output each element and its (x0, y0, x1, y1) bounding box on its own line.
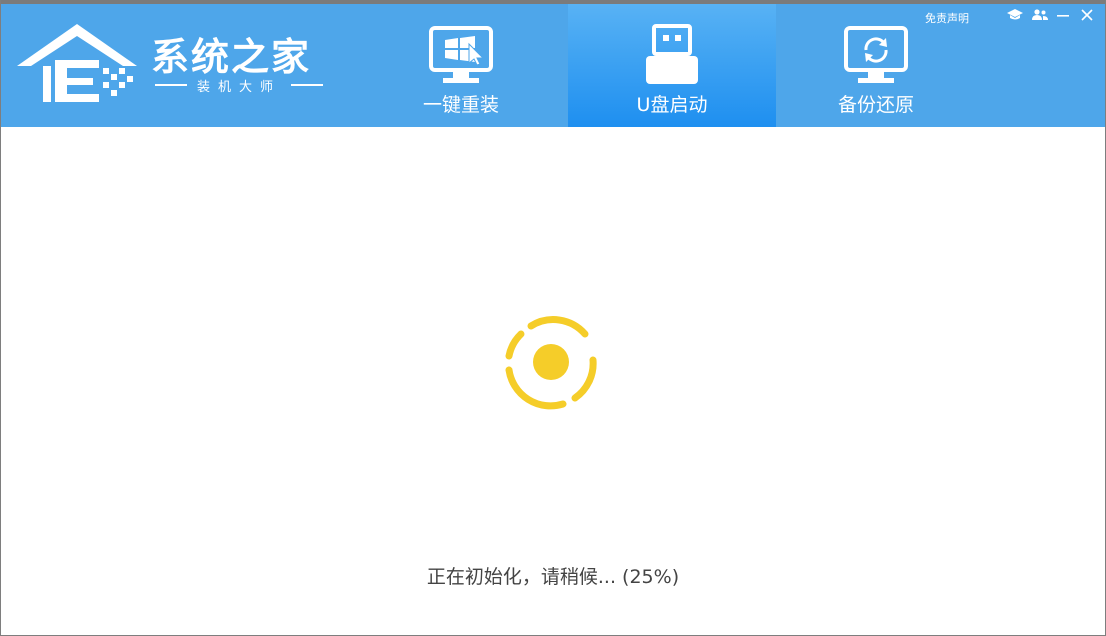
tab-label: U盘启动 (636, 94, 708, 116)
tab-label: 备份还原 (837, 94, 914, 116)
app-window: 系统之家 装机大师 一键重装 U盘启动 备份还原 免责声明 正在初始化，请稍候.… (0, 0, 1106, 636)
minimize-icon[interactable] (1053, 6, 1073, 24)
subtitle-divider-right (291, 84, 324, 86)
brand-logo: 系统之家 装机大师 (15, 16, 335, 108)
close-icon[interactable] (1077, 6, 1097, 24)
brand-subtitle-row: 装机大师 (155, 76, 324, 95)
users-icon[interactable] (1030, 6, 1050, 24)
brand-subtitle: 装机大师 (197, 79, 282, 95)
subtitle-divider-left (155, 84, 187, 86)
loading-spinner-icon (501, 312, 601, 416)
tab-usb-boot[interactable]: U盘启动 (568, 4, 776, 127)
header-bar: 系统之家 装机大师 一键重装 U盘启动 备份还原 免责声明 (1, 4, 1105, 127)
usb-drive-icon (644, 24, 700, 86)
house-logo-icon (17, 24, 137, 102)
tab-label: 一键重装 (422, 94, 499, 116)
graduation-cap-icon[interactable] (1005, 6, 1025, 24)
progress-status-text: 正在初始化，请稍候... (25%) (426, 566, 680, 588)
brand-title: 系统之家 (151, 35, 312, 79)
disclaimer-link[interactable]: 免责声明 (925, 10, 969, 26)
backup-restore-icon (844, 24, 908, 86)
windows-monitor-icon (429, 24, 493, 86)
tab-one-click-reinstall[interactable]: 一键重装 (357, 4, 565, 127)
